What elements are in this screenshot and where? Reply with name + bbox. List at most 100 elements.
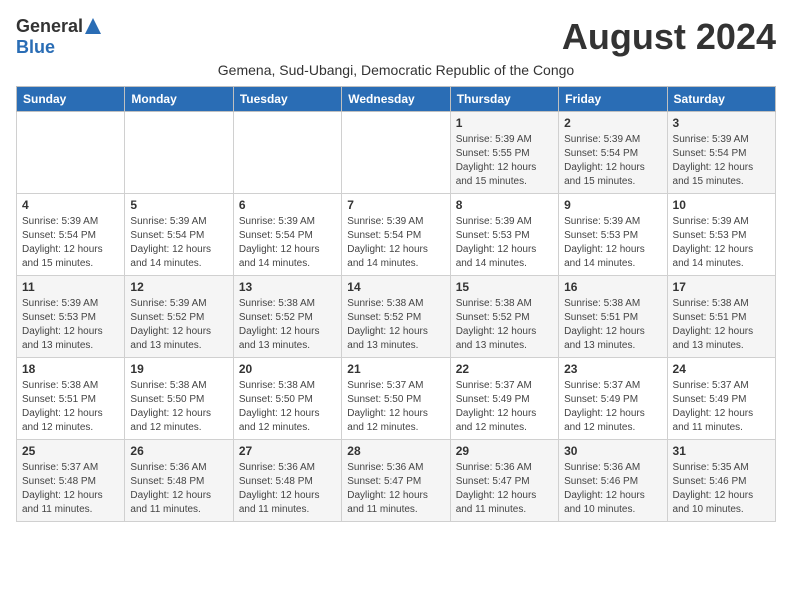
- day-number: 15: [456, 280, 553, 294]
- day-info: Sunrise: 5:35 AM Sunset: 5:46 PM Dayligh…: [673, 461, 770, 517]
- header: General Blue August 2024: [16, 16, 776, 58]
- day-cell: 30 Sunrise: 5:36 AM Sunset: 5:46 PM Dayli…: [559, 440, 667, 522]
- day-cell: 19 Sunrise: 5:38 AM Sunset: 5:50 PM Dayli…: [125, 358, 233, 440]
- day-cell: 29Sunrise: 5:36 AM Sunset: 5:47 PM Dayli…: [450, 440, 558, 522]
- day-number: 6: [239, 198, 336, 212]
- day-number: 14: [347, 280, 444, 294]
- day-number: 7: [347, 198, 444, 212]
- day-number: 17: [673, 280, 770, 294]
- day-number: 18: [22, 362, 119, 376]
- day-cell: 28 Sunrise: 5:36 AM Sunset: 5:47 PM Dayli…: [342, 440, 450, 522]
- day-cell: 7 Sunrise: 5:39 AM Sunset: 5:54 PM Daylig…: [342, 194, 450, 276]
- day-number: 11: [22, 280, 119, 294]
- day-info: Sunrise: 5:36 AM Sunset: 5:48 PM Dayligh…: [130, 461, 227, 517]
- day-info: Sunrise: 5:37 AM Sunset: 5:48 PM Dayligh…: [22, 461, 119, 517]
- day-number: 19: [130, 362, 227, 376]
- day-cell: 15 Sunrise: 5:38 AM Sunset: 5:52 PM Dayli…: [450, 276, 558, 358]
- day-cell: 20 Sunrise: 5:38 AM Sunset: 5:50 PM Dayli…: [233, 358, 341, 440]
- day-cell: 18 Sunrise: 5:38 AM Sunset: 5:51 PM Dayli…: [17, 358, 125, 440]
- day-cell: 4 Sunrise: 5:39 AM Sunset: 5:54 PM Daylig…: [17, 194, 125, 276]
- day-number: 9: [564, 198, 661, 212]
- day-number: 26: [130, 444, 227, 458]
- day-info: Sunrise: 5:37 AM Sunset: 5:50 PM Dayligh…: [347, 379, 444, 435]
- day-number: 22: [456, 362, 553, 376]
- day-info: Sunrise: 5:36 AM Sunset: 5:46 PM Dayligh…: [564, 461, 661, 517]
- day-cell: 17 Sunrise: 5:38 AM Sunset: 5:51 PM Dayli…: [667, 276, 775, 358]
- day-number: 25: [22, 444, 119, 458]
- day-info: Sunrise: 5:39 AM Sunset: 5:53 PM Dayligh…: [564, 215, 661, 271]
- day-cell: 10Sunrise: 5:39 AM Sunset: 5:53 PM Dayli…: [667, 194, 775, 276]
- day-info: Sunrise: 5:38 AM Sunset: 5:52 PM Dayligh…: [239, 297, 336, 353]
- day-cell: 26 Sunrise: 5:36 AM Sunset: 5:48 PM Dayli…: [125, 440, 233, 522]
- day-cell: 12 Sunrise: 5:39 AM Sunset: 5:52 PM Dayli…: [125, 276, 233, 358]
- day-cell: 5 Sunrise: 5:39 AM Sunset: 5:54 PM Daylig…: [125, 194, 233, 276]
- day-info: Sunrise: 5:39 AM Sunset: 5:54 PM Dayligh…: [347, 215, 444, 271]
- header-row: Sunday Monday Tuesday Wednesday Thursday…: [17, 87, 776, 112]
- day-info: Sunrise: 5:39 AM Sunset: 5:54 PM Dayligh…: [239, 215, 336, 271]
- header-wednesday: Wednesday: [342, 87, 450, 112]
- day-info: Sunrise: 5:37 AM Sunset: 5:49 PM Dayligh…: [673, 379, 770, 435]
- header-tuesday: Tuesday: [233, 87, 341, 112]
- logo-triangle-icon: [84, 17, 102, 35]
- week-row-2: 4 Sunrise: 5:39 AM Sunset: 5:54 PM Daylig…: [17, 194, 776, 276]
- day-info: Sunrise: 5:39 AM Sunset: 5:54 PM Dayligh…: [22, 215, 119, 271]
- day-cell: 3 Sunrise: 5:39 AM Sunset: 5:54 PM Daylig…: [667, 112, 775, 194]
- day-cell: [125, 112, 233, 194]
- header-saturday: Saturday: [667, 87, 775, 112]
- day-info: Sunrise: 5:39 AM Sunset: 5:54 PM Dayligh…: [564, 133, 661, 189]
- day-cell: 8Sunrise: 5:39 AM Sunset: 5:53 PM Daylig…: [450, 194, 558, 276]
- day-info: Sunrise: 5:39 AM Sunset: 5:54 PM Dayligh…: [130, 215, 227, 271]
- day-number: 13: [239, 280, 336, 294]
- day-number: 4: [22, 198, 119, 212]
- day-cell: 2 Sunrise: 5:39 AM Sunset: 5:54 PM Daylig…: [559, 112, 667, 194]
- day-info: Sunrise: 5:38 AM Sunset: 5:50 PM Dayligh…: [239, 379, 336, 435]
- logo: General Blue: [16, 16, 102, 58]
- day-number: 23: [564, 362, 661, 376]
- day-info: Sunrise: 5:39 AM Sunset: 5:54 PM Dayligh…: [673, 133, 770, 189]
- day-number: 30: [564, 444, 661, 458]
- day-cell: 14 Sunrise: 5:38 AM Sunset: 5:52 PM Dayli…: [342, 276, 450, 358]
- day-cell: 6 Sunrise: 5:39 AM Sunset: 5:54 PM Daylig…: [233, 194, 341, 276]
- logo-blue-text: Blue: [16, 37, 55, 58]
- day-number: 20: [239, 362, 336, 376]
- day-number: 3: [673, 116, 770, 130]
- day-number: 12: [130, 280, 227, 294]
- day-number: 5: [130, 198, 227, 212]
- day-number: 24: [673, 362, 770, 376]
- day-info: Sunrise: 5:38 AM Sunset: 5:52 PM Dayligh…: [456, 297, 553, 353]
- day-number: 2: [564, 116, 661, 130]
- week-row-3: 11Sunrise: 5:39 AM Sunset: 5:53 PM Dayli…: [17, 276, 776, 358]
- calendar-table: Sunday Monday Tuesday Wednesday Thursday…: [16, 86, 776, 522]
- day-cell: 31Sunrise: 5:35 AM Sunset: 5:46 PM Dayli…: [667, 440, 775, 522]
- day-cell: 24 Sunrise: 5:37 AM Sunset: 5:49 PM Dayli…: [667, 358, 775, 440]
- day-info: Sunrise: 5:38 AM Sunset: 5:51 PM Dayligh…: [673, 297, 770, 353]
- header-monday: Monday: [125, 87, 233, 112]
- calendar-body: 1 Sunrise: 5:39 AM Sunset: 5:55 PM Daylig…: [17, 112, 776, 522]
- day-info: Sunrise: 5:38 AM Sunset: 5:51 PM Dayligh…: [564, 297, 661, 353]
- day-cell: 16Sunrise: 5:38 AM Sunset: 5:51 PM Dayli…: [559, 276, 667, 358]
- header-friday: Friday: [559, 87, 667, 112]
- day-info: Sunrise: 5:36 AM Sunset: 5:47 PM Dayligh…: [347, 461, 444, 517]
- day-cell: 9 Sunrise: 5:39 AM Sunset: 5:53 PM Daylig…: [559, 194, 667, 276]
- day-info: Sunrise: 5:38 AM Sunset: 5:52 PM Dayligh…: [347, 297, 444, 353]
- day-cell: 22Sunrise: 5:37 AM Sunset: 5:49 PM Dayli…: [450, 358, 558, 440]
- day-info: Sunrise: 5:36 AM Sunset: 5:48 PM Dayligh…: [239, 461, 336, 517]
- day-cell: 25 Sunrise: 5:37 AM Sunset: 5:48 PM Dayli…: [17, 440, 125, 522]
- day-info: Sunrise: 5:39 AM Sunset: 5:55 PM Dayligh…: [456, 133, 553, 189]
- day-cell: 11Sunrise: 5:39 AM Sunset: 5:53 PM Dayli…: [17, 276, 125, 358]
- day-cell: 13 Sunrise: 5:38 AM Sunset: 5:52 PM Dayli…: [233, 276, 341, 358]
- month-title: August 2024: [562, 16, 776, 58]
- logo-general-text: General: [16, 16, 83, 37]
- day-info: Sunrise: 5:39 AM Sunset: 5:52 PM Dayligh…: [130, 297, 227, 353]
- calendar-subtitle: Gemena, Sud-Ubangi, Democratic Republic …: [16, 62, 776, 78]
- day-info: Sunrise: 5:39 AM Sunset: 5:53 PM Dayligh…: [673, 215, 770, 271]
- day-number: 29: [456, 444, 553, 458]
- day-info: Sunrise: 5:38 AM Sunset: 5:51 PM Dayligh…: [22, 379, 119, 435]
- day-cell: 21Sunrise: 5:37 AM Sunset: 5:50 PM Dayli…: [342, 358, 450, 440]
- day-cell: [342, 112, 450, 194]
- day-number: 1: [456, 116, 553, 130]
- day-number: 28: [347, 444, 444, 458]
- day-info: Sunrise: 5:38 AM Sunset: 5:50 PM Dayligh…: [130, 379, 227, 435]
- day-cell: [17, 112, 125, 194]
- day-number: 27: [239, 444, 336, 458]
